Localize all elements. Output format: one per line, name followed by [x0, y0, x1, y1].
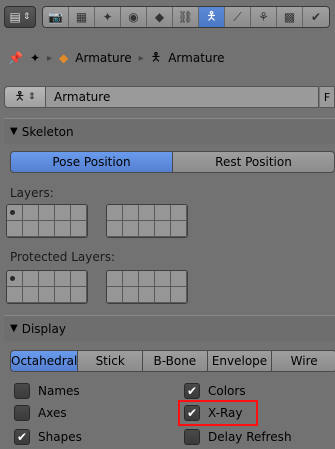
checkmark-icon: ✔ [186, 384, 198, 398]
fake-user-button[interactable]: F [319, 86, 335, 108]
skeleton-panel-body: Pose Position Rest Position Layers: Prot… [4, 144, 335, 320]
layer-bank-1[interactable] [6, 204, 88, 238]
wire-button[interactable]: Wire [272, 350, 335, 372]
colors-option[interactable]: ✔ Colors [184, 381, 246, 401]
datablock-name-field[interactable]: Armature [46, 86, 319, 108]
shapes-option[interactable]: ✔ Shapes [14, 427, 82, 447]
chevron-right-icon: ▸ [138, 52, 144, 64]
object-icon[interactable]: ◆ [147, 7, 173, 27]
protected-layers-grid [6, 270, 188, 304]
display-panel-header[interactable]: ▼ Display [4, 315, 335, 341]
pin-icon[interactable]: 📌 [8, 51, 23, 65]
position-toggle: Pose Position Rest Position [10, 151, 335, 173]
axes-checkbox[interactable] [14, 405, 30, 421]
layer-cell[interactable] [71, 205, 87, 221]
triangle-down-icon: ▼ [10, 323, 18, 334]
breadcrumb-object-label: Armature [75, 51, 132, 65]
envelope-button[interactable]: Envelope [207, 350, 273, 372]
layer-cell[interactable] [39, 205, 55, 221]
armature-data-icon: 🯅 [14, 88, 25, 103]
layer-cell[interactable] [23, 205, 39, 221]
display-panel-title: Display [21, 321, 66, 336]
xray-option[interactable]: ✔ X-Ray [178, 400, 258, 426]
layer-cell[interactable] [39, 221, 55, 237]
datablock-browse-button[interactable]: 🯅 ⇕ [4, 86, 46, 108]
names-option[interactable]: Names [14, 381, 80, 401]
skeleton-panel-title: Skeleton [21, 124, 74, 139]
bone-constraint-icon[interactable]: ⚘ [251, 7, 277, 27]
xray-checkbox[interactable]: ✔ [184, 405, 200, 421]
protected-bank-2[interactable] [106, 270, 188, 304]
bone-icon[interactable]: ⟋ [225, 7, 251, 27]
delay-refresh-option[interactable]: Delay Refresh [184, 427, 292, 447]
layers-label: Layers: [10, 186, 54, 200]
layers-grid [6, 204, 188, 238]
chevron-right-icon: ▸ [47, 52, 53, 64]
protected-bank-1[interactable] [6, 270, 88, 304]
protected-layers-label: Protected Layers: [10, 250, 115, 264]
checkmark-icon: ✔ [186, 406, 198, 420]
header-toolbar: ▤ ⇕ 📷 ▦ ✦ ◉ ◆ ⛓ 🯅 ⟋ ⚘ ▩ ✔ [0, 0, 335, 34]
layer-cell[interactable] [55, 205, 71, 221]
layer-cell[interactable] [71, 221, 87, 237]
armature-data-icon: 🯅 [150, 49, 162, 64]
layer-bank-2[interactable] [106, 204, 188, 238]
physics-icon[interactable]: ✔ [303, 7, 329, 27]
layer-cell[interactable] [7, 205, 23, 221]
render-icon[interactable]: 📷 [43, 7, 69, 27]
triangle-down-icon: ▼ [10, 126, 18, 137]
colors-checkbox[interactable]: ✔ [184, 383, 200, 399]
object-icon: ◆ [59, 51, 69, 65]
breadcrumb-data-label: Armature [168, 51, 225, 65]
render-layers-icon[interactable]: ▦ [69, 7, 95, 27]
stick-button[interactable]: Stick [78, 350, 143, 372]
layer-cell[interactable] [23, 221, 39, 237]
layer-cell[interactable] [7, 221, 23, 237]
octahedral-button[interactable]: Octahedral [10, 350, 79, 372]
texture-icon[interactable]: ▩ [277, 7, 303, 27]
b-bone-button[interactable]: B-Bone [143, 350, 208, 372]
draw-type-selector: Octahedral Stick B-Bone Envelope Wire [10, 350, 335, 372]
constraints-icon[interactable]: ⛓ [173, 7, 199, 27]
armature-data-icon[interactable]: 🯅 [199, 7, 225, 27]
delay-refresh-checkbox[interactable] [184, 429, 200, 445]
scene-icon[interactable]: ✦ [95, 7, 121, 27]
pose-position-button[interactable]: Pose Position [10, 151, 173, 173]
shapes-checkbox[interactable]: ✔ [14, 429, 30, 445]
editor-type-button[interactable]: ▤ ⇕ [4, 6, 36, 28]
axes-option[interactable]: Axes [14, 403, 67, 423]
skeleton-panel-header[interactable]: ▼ Skeleton [4, 118, 335, 144]
context-tabs: 📷 ▦ ✦ ◉ ◆ ⛓ 🯅 ⟋ ⚘ ▩ ✔ [42, 6, 330, 28]
rest-position-button[interactable]: Rest Position [173, 151, 335, 173]
breadcrumb: 📌 ✦ ▸ ◆ Armature ▸ 🯅 Armature [8, 46, 225, 70]
datablock-selector: 🯅 ⇕ Armature F [4, 86, 335, 108]
properties-editor-icon: ▤ [9, 10, 21, 24]
checkmark-icon: ✔ [16, 430, 28, 444]
scene-icon: ✦ [29, 51, 41, 65]
names-checkbox[interactable] [14, 383, 30, 399]
world-icon[interactable]: ◉ [121, 7, 147, 27]
display-panel-body: Octahedral Stick B-Bone Envelope Wire Na… [4, 341, 335, 449]
layer-cell[interactable] [55, 221, 71, 237]
